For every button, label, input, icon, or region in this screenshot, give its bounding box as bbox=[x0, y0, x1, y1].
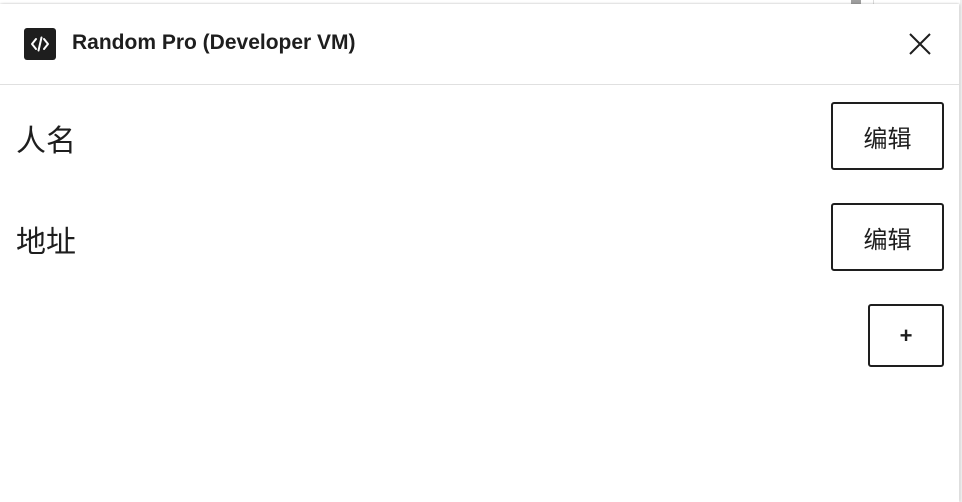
panel-header: Random Pro (Developer VM) bbox=[0, 4, 959, 85]
list-item-address: 地址 编辑 bbox=[0, 203, 959, 271]
edit-name-button[interactable]: 编辑 bbox=[831, 102, 944, 170]
row-label-address: 地址 bbox=[16, 225, 76, 260]
list-item-name: 人名 编辑 bbox=[0, 102, 959, 170]
dialog-title: Random Pro (Developer VM) bbox=[72, 31, 356, 54]
plugin-panel: Random Pro (Developer VM) 人名 编辑 地址 编辑 + bbox=[0, 4, 959, 502]
edit-address-button[interactable]: 编辑 bbox=[831, 203, 944, 271]
code-icon bbox=[24, 28, 56, 60]
row-label-name: 人名 bbox=[16, 124, 76, 159]
close-icon bbox=[909, 33, 931, 55]
close-button[interactable] bbox=[900, 24, 940, 64]
add-button[interactable]: + bbox=[868, 304, 944, 367]
